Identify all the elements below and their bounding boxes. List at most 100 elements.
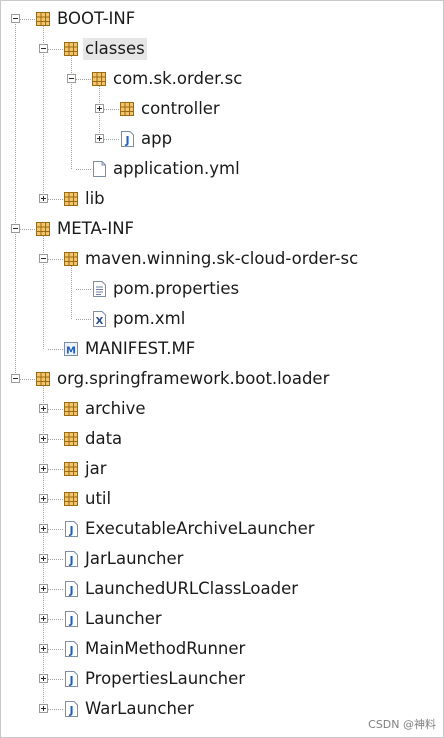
expand-icon[interactable] [39,524,48,533]
package-icon [63,461,79,477]
package-icon [35,371,51,387]
tree-item-label[interactable]: lib [83,188,107,210]
svg-text:X: X [96,316,104,327]
tree-item-label[interactable]: Launcher [83,608,164,630]
expand-icon[interactable] [39,194,48,203]
svg-text:J: J [124,134,129,147]
package-icon [119,101,135,117]
svg-text:J: J [68,554,73,567]
tree-row[interactable]: data [1,424,441,454]
properties-file-icon [91,281,107,297]
expand-icon[interactable] [95,104,104,113]
java-class-icon: J [63,521,79,537]
tree-item-label[interactable]: LaunchedURLClassLoader [83,578,300,600]
collapse-icon[interactable] [11,374,20,383]
collapse-icon[interactable] [39,254,48,263]
tree-item-label[interactable]: archive [83,398,148,420]
tree-row[interactable]: application.yml [1,154,441,184]
package-icon [63,41,79,57]
java-class-icon: J [63,551,79,567]
tree-item-label[interactable]: org.springframework.boot.loader [55,368,331,390]
tree-item-label[interactable]: JarLauncher [83,548,185,570]
tree-item-label[interactable]: ExecutableArchiveLauncher [83,518,317,540]
expand-icon[interactable] [39,554,48,563]
expand-icon[interactable] [95,134,104,143]
java-class-icon: J [63,611,79,627]
tree-item-label[interactable]: MANIFEST.MF [83,338,197,360]
tree-item-label[interactable]: BOOT-INF [55,8,137,30]
tree-row[interactable]: lib [1,184,441,214]
watermark: CSDN @神料 [368,718,436,731]
package-icon [35,221,51,237]
tree-row[interactable]: META-INF [1,214,441,244]
package-icon [63,251,79,267]
tree-item-label[interactable]: PropertiesLauncher [83,668,247,690]
tree-row[interactable]: archive [1,394,441,424]
svg-text:M: M [66,346,76,357]
file-icon [91,161,107,177]
tree-item-label[interactable]: app [139,128,174,150]
java-class-icon: J [63,641,79,657]
tree-row[interactable]: Xpom.xml [1,304,441,334]
tree-row[interactable]: J PropertiesLauncher [1,664,441,694]
package-icon [35,11,51,27]
tree-row[interactable]: com.sk.order.sc [1,64,441,94]
tree-item-label[interactable]: classes [83,38,147,60]
tree-row[interactable]: pom.properties [1,274,441,304]
tree-item-label[interactable]: application.yml [111,158,242,180]
tree-row[interactable]: J LaunchedURLClassLoader [1,574,441,604]
expand-icon[interactable] [39,614,48,623]
java-class-icon: J [119,131,135,147]
svg-text:J: J [68,644,73,657]
package-icon [91,71,107,87]
tree-row[interactable]: org.springframework.boot.loader [1,364,441,394]
expand-icon[interactable] [39,434,48,443]
manifest-file-icon: M [63,341,79,357]
tree-row[interactable]: BOOT-INF [1,4,441,34]
tree-item-label[interactable]: WarLauncher [83,698,196,720]
tree-row[interactable]: maven.winning.sk-cloud-order-sc [1,244,441,274]
package-icon [63,431,79,447]
tree-row[interactable]: J JarLauncher [1,544,441,574]
expand-icon[interactable] [39,464,48,473]
tree-item-label[interactable]: util [83,488,113,510]
tree-item-label[interactable]: controller [139,98,222,120]
java-class-icon: J [63,581,79,597]
collapse-icon[interactable] [11,14,20,23]
expand-icon[interactable] [39,644,48,653]
tree-row[interactable]: jar [1,454,441,484]
tree-item-label[interactable]: pom.properties [111,278,241,300]
expand-icon[interactable] [39,704,48,713]
tree-item-label[interactable]: META-INF [55,218,136,240]
tree-item-label[interactable]: data [83,428,124,450]
svg-text:J: J [68,704,73,717]
collapse-icon[interactable] [67,74,76,83]
svg-text:J: J [68,584,73,597]
package-icon [63,491,79,507]
tree-row[interactable]: classes [1,34,441,64]
tree-row[interactable]: util [1,484,441,514]
tree-row[interactable]: J ExecutableArchiveLauncher [1,514,441,544]
tree-item-label[interactable]: maven.winning.sk-cloud-order-sc [83,248,360,270]
collapse-icon[interactable] [39,44,48,53]
tree-item-label[interactable]: jar [83,458,108,480]
package-icon [63,401,79,417]
java-class-icon: J [63,671,79,687]
tree-item-label[interactable]: MainMethodRunner [83,638,247,660]
tree-row[interactable]: controller [1,94,441,124]
tree-row[interactable]: J MainMethodRunner [1,634,441,664]
collapse-icon[interactable] [11,224,20,233]
file-tree: BOOT-INF classes com.sk.order.sc controller… [0,0,444,738]
xml-file-icon: X [91,311,107,327]
tree-row[interactable]: Japp [1,124,441,154]
expand-icon[interactable] [39,404,48,413]
tree-item-label[interactable]: pom.xml [111,308,187,330]
expand-icon[interactable] [39,674,48,683]
tree-row[interactable]: M MANIFEST.MF [1,334,441,364]
tree-item-label[interactable]: com.sk.order.sc [111,68,244,90]
expand-icon[interactable] [39,494,48,503]
svg-text:J: J [68,674,73,687]
expand-icon[interactable] [39,584,48,593]
svg-text:J: J [68,524,73,537]
tree-row[interactable]: J Launcher [1,604,441,634]
